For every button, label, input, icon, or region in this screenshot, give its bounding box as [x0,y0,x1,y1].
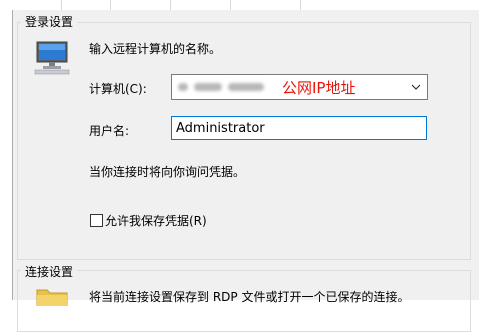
tab-strip [0,0,480,10]
tab-divider [230,0,231,10]
redacted-text [228,83,264,91]
computer-label: 计算机(C): [89,82,147,96]
computer-combobox[interactable]: 公网IP地址 [171,74,428,100]
ip-annotation: 公网IP地址 [282,79,356,97]
credentials-note: 当你连接时将向你询问凭据。 [89,165,246,179]
connection-settings-title: 连接设置 [21,263,78,280]
username-label: 用户名: [89,124,130,138]
logon-settings-group [17,22,471,260]
general-tab-panel: 登录设置 输入远程计算机的名称。 计算机(C): 公网IP地址 用户名: Adm… [12,10,479,332]
save-credentials-checkbox[interactable] [90,214,103,227]
save-credentials-label[interactable]: 允许我保存凭据(R) [105,212,207,229]
connection-description: 将当前连接设置保存到 RDP 文件或打开一个已保存的连接。 [89,290,410,304]
redacted-text [178,83,188,91]
username-input[interactable]: Administrator [171,116,427,140]
logon-settings-title: 登录设置 [21,13,78,30]
redacted-text [194,83,222,91]
tab-divider [61,0,62,10]
computer-icon [34,41,70,75]
tab-divider [170,0,171,10]
tab-divider [110,0,111,10]
tab-divider [300,0,301,10]
intro-text: 输入远程计算机的名称。 [89,42,222,56]
chevron-down-icon[interactable] [411,84,421,90]
folder-icon [36,289,68,306]
